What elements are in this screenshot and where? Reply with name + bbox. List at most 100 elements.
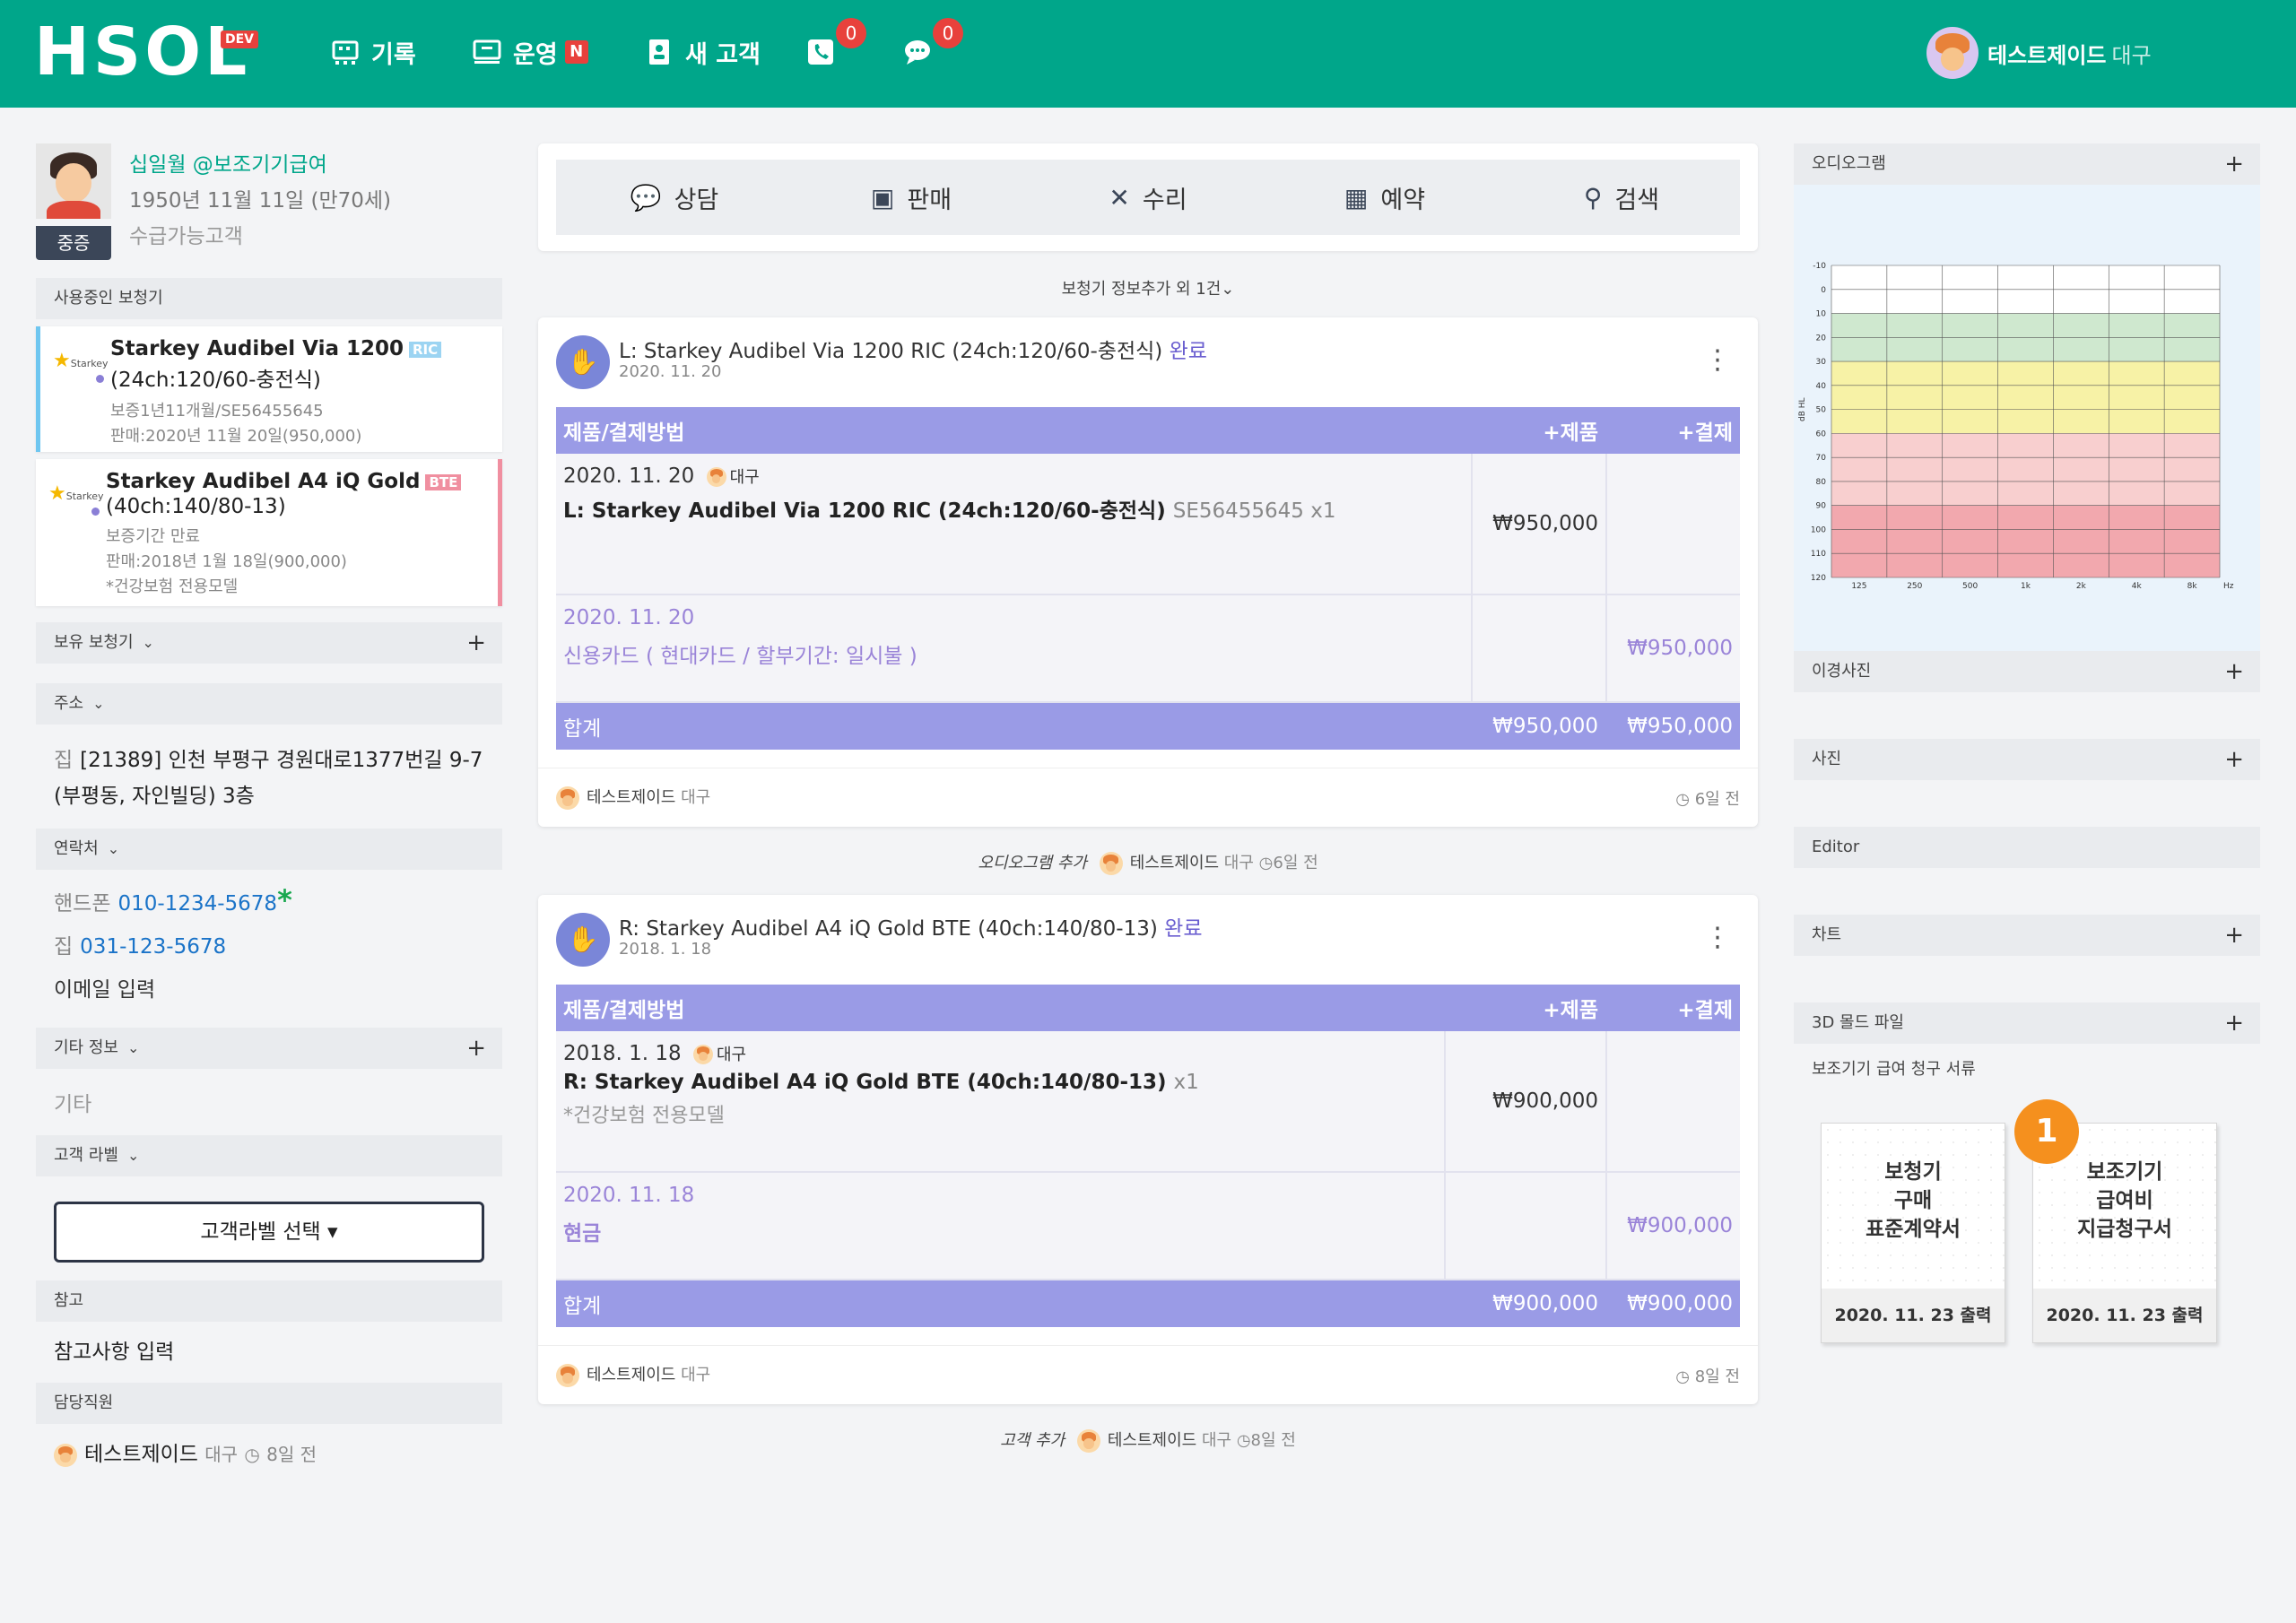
add-payment-button[interactable]: +결제: [1605, 993, 1740, 1023]
footer-branch: 대구: [681, 1366, 711, 1384]
editor-header[interactable]: Editor: [1794, 827, 2260, 868]
y-tick-label: 120: [1811, 574, 1826, 583]
chevron-down-icon: ⌄: [126, 1039, 140, 1056]
records-icon: [332, 40, 359, 65]
y-tick-label: 70: [1816, 454, 1827, 463]
phone-count-badge: 0: [836, 18, 866, 48]
add-mold-file-icon[interactable]: +: [2224, 1002, 2244, 1044]
step-badge: 1: [2014, 1099, 2079, 1164]
clock-icon: ◷: [1258, 854, 1274, 872]
address-header[interactable]: 주소 ⌄: [36, 683, 502, 725]
staff-name: 테스트제이드: [84, 1443, 198, 1466]
item-date: 2018. 1. 18: [563, 1042, 682, 1065]
nav-operation[interactable]: 운영 N: [472, 34, 588, 70]
staff-label: 담당직원: [54, 1393, 114, 1412]
add-product-button[interactable]: +제품: [1471, 415, 1605, 446]
add-chart-icon[interactable]: +: [2224, 915, 2244, 956]
nav-records[interactable]: 기록: [330, 34, 416, 70]
more-options-icon[interactable]: ⋮: [1704, 344, 1731, 376]
device-card-left[interactable]: ★Starkey Starkey Audibel Via 1200 RIC (24…: [36, 326, 502, 452]
total-payment: ₩900,000: [1627, 1292, 1733, 1315]
editor-label: Editor: [1812, 838, 1860, 856]
note-header: 참고: [36, 1280, 502, 1322]
chat-icon: 💬: [630, 182, 662, 213]
product-row[interactable]: 2020. 11. 20 대구 L: Starkey Audibel Via 1…: [556, 454, 1740, 595]
select-customer-label-button[interactable]: 고객라벨 선택 ▾: [54, 1202, 484, 1263]
contact-header[interactable]: 연락처 ⌄: [36, 829, 502, 870]
app-logo[interactable]: HSOL: [34, 19, 250, 85]
user-menu[interactable]: 테스트제이드 대구: [1926, 27, 2152, 79]
home-phone-number[interactable]: 031-123-5678: [80, 935, 226, 959]
assigned-staff[interactable]: 테스트제이드 대구 ◷ 8일 전: [36, 1424, 502, 1480]
user-avatar: [1926, 27, 1979, 79]
add-owned-device-icon[interactable]: +: [466, 622, 486, 664]
tab-reservation[interactable]: ▦ 예약: [1266, 160, 1503, 235]
history-action: 고객 추가: [1000, 1431, 1065, 1450]
more-options-icon[interactable]: ⋮: [1704, 922, 1731, 953]
repair-icon: ✕: [1109, 182, 1130, 213]
add-other-info-icon[interactable]: +: [466, 1028, 486, 1069]
payment-row[interactable]: 2020. 11. 20 신용카드 ( 현대카드 / 할부기간: 일시불 ) ₩…: [556, 595, 1740, 703]
address-value[interactable]: 집 [21389] 인천 부평구 경원대로1377번길 9-7 (부평동, 자인빌…: [36, 725, 502, 829]
tab-repair[interactable]: ✕ 수리: [1030, 160, 1266, 235]
pay-amount: ₩950,000: [1605, 595, 1740, 701]
message-icon: [905, 40, 930, 65]
x-tick-label: 500: [1962, 582, 1978, 591]
owned-devices-header[interactable]: 보유 보청기 ⌄ +: [36, 622, 502, 664]
item-staff: 대구: [717, 1046, 747, 1064]
history-branch: 대구: [1201, 1431, 1232, 1450]
operation-icon: [473, 39, 501, 64]
add-payment-button[interactable]: +결제: [1605, 415, 1740, 446]
customer-label-label: 고객 라벨: [54, 1146, 118, 1165]
email-field[interactable]: 이메일 입력: [54, 968, 484, 1011]
nav-new-customer[interactable]: 새 고객: [644, 34, 761, 70]
total-row: 합계 ₩900,000 ₩900,000: [556, 1280, 1740, 1327]
payment-row[interactable]: 2020. 11. 18 현금 ₩900,000: [556, 1173, 1740, 1280]
sale-icon: ✋: [556, 913, 610, 967]
new-customer-icon: [649, 39, 669, 65]
item-price: ₩900,000: [1444, 1031, 1605, 1171]
item-serial: x1: [1173, 1071, 1199, 1094]
device-title: Starkey Audibel A4 iQ Gold: [106, 470, 421, 493]
nav-phone[interactable]: 0: [805, 18, 866, 70]
more-info-toggle[interactable]: 보청기 정보추가 외 1건⌄: [538, 276, 1758, 299]
customer-label-header[interactable]: 고객 라벨 ⌄: [36, 1135, 502, 1176]
x-axis-unit: Hz: [2223, 582, 2234, 591]
tab-consult[interactable]: 💬 상담: [556, 160, 793, 235]
user-name: 테스트제이드: [1987, 42, 2107, 68]
note-field[interactable]: 참고사항 입력: [36, 1322, 502, 1383]
add-photo-icon[interactable]: +: [2224, 739, 2244, 780]
tab-sale[interactable]: ▣ 판매: [793, 160, 1030, 235]
y-tick-label: 50: [1816, 406, 1827, 415]
attachments-sidebar: 오디오그램 + -10 0 10 20 30 40 50 60 70 80 90 100 110 120 1…: [1794, 143, 2260, 1343]
purchase-contract-document[interactable]: 보청기 구매 표준계약서 2020. 11. 23 출력: [1821, 1123, 2005, 1343]
other-info-header[interactable]: 기타 정보 ⌄ +: [36, 1028, 502, 1069]
search-icon: ⚲: [1583, 182, 1603, 213]
patient-name[interactable]: 십일월 @보조기기급여: [129, 147, 327, 178]
staff-avatar: [693, 1044, 713, 1064]
address-line2: (부평동, 자인빌딩) 3층: [54, 785, 255, 808]
mobile-number[interactable]: 010-1234-5678: [117, 892, 277, 916]
audiogram-chart[interactable]: -10 0 10 20 30 40 50 60 70 80 90 100 110 120 125 250 500…: [1794, 185, 2260, 651]
other-info-value[interactable]: 기타: [36, 1069, 502, 1135]
staff-ago: 8일 전: [266, 1444, 317, 1465]
history-name: 테스트제이드: [1107, 1431, 1197, 1450]
record-status: 완료: [1169, 340, 1207, 363]
clock-icon: ◷: [1675, 790, 1690, 809]
tab-search[interactable]: ⚲ 검색: [1503, 160, 1740, 235]
nav-messages[interactable]: 0: [902, 18, 963, 70]
mold-file-header: 3D 몰드 파일 +: [1794, 1002, 2260, 1044]
add-otoscope-icon[interactable]: +: [2224, 651, 2244, 692]
history-ago: 8일 전: [1250, 1431, 1296, 1450]
add-audiogram-icon[interactable]: +: [2224, 143, 2244, 185]
product-row[interactable]: 2018. 1. 18 대구 R: Starkey Audibel A4 iQ …: [556, 1031, 1740, 1173]
product-payment-header: 제품/결제방법: [563, 421, 685, 445]
y-tick-label: 80: [1816, 478, 1827, 487]
photo-header: 사진 +: [1794, 739, 2260, 780]
patient-photo[interactable]: [36, 143, 111, 219]
staff-avatar: [706, 466, 726, 487]
history-entry: 고객 추가 테스트제이드 대구 ◷8일 전: [538, 1428, 1758, 1453]
add-product-button[interactable]: +제품: [1444, 993, 1605, 1023]
device-spec: (40ch:140/80-13): [106, 495, 286, 518]
device-card-right[interactable]: ★Starkey Starkey Audibel A4 iQ Gold BTE (…: [36, 459, 502, 606]
